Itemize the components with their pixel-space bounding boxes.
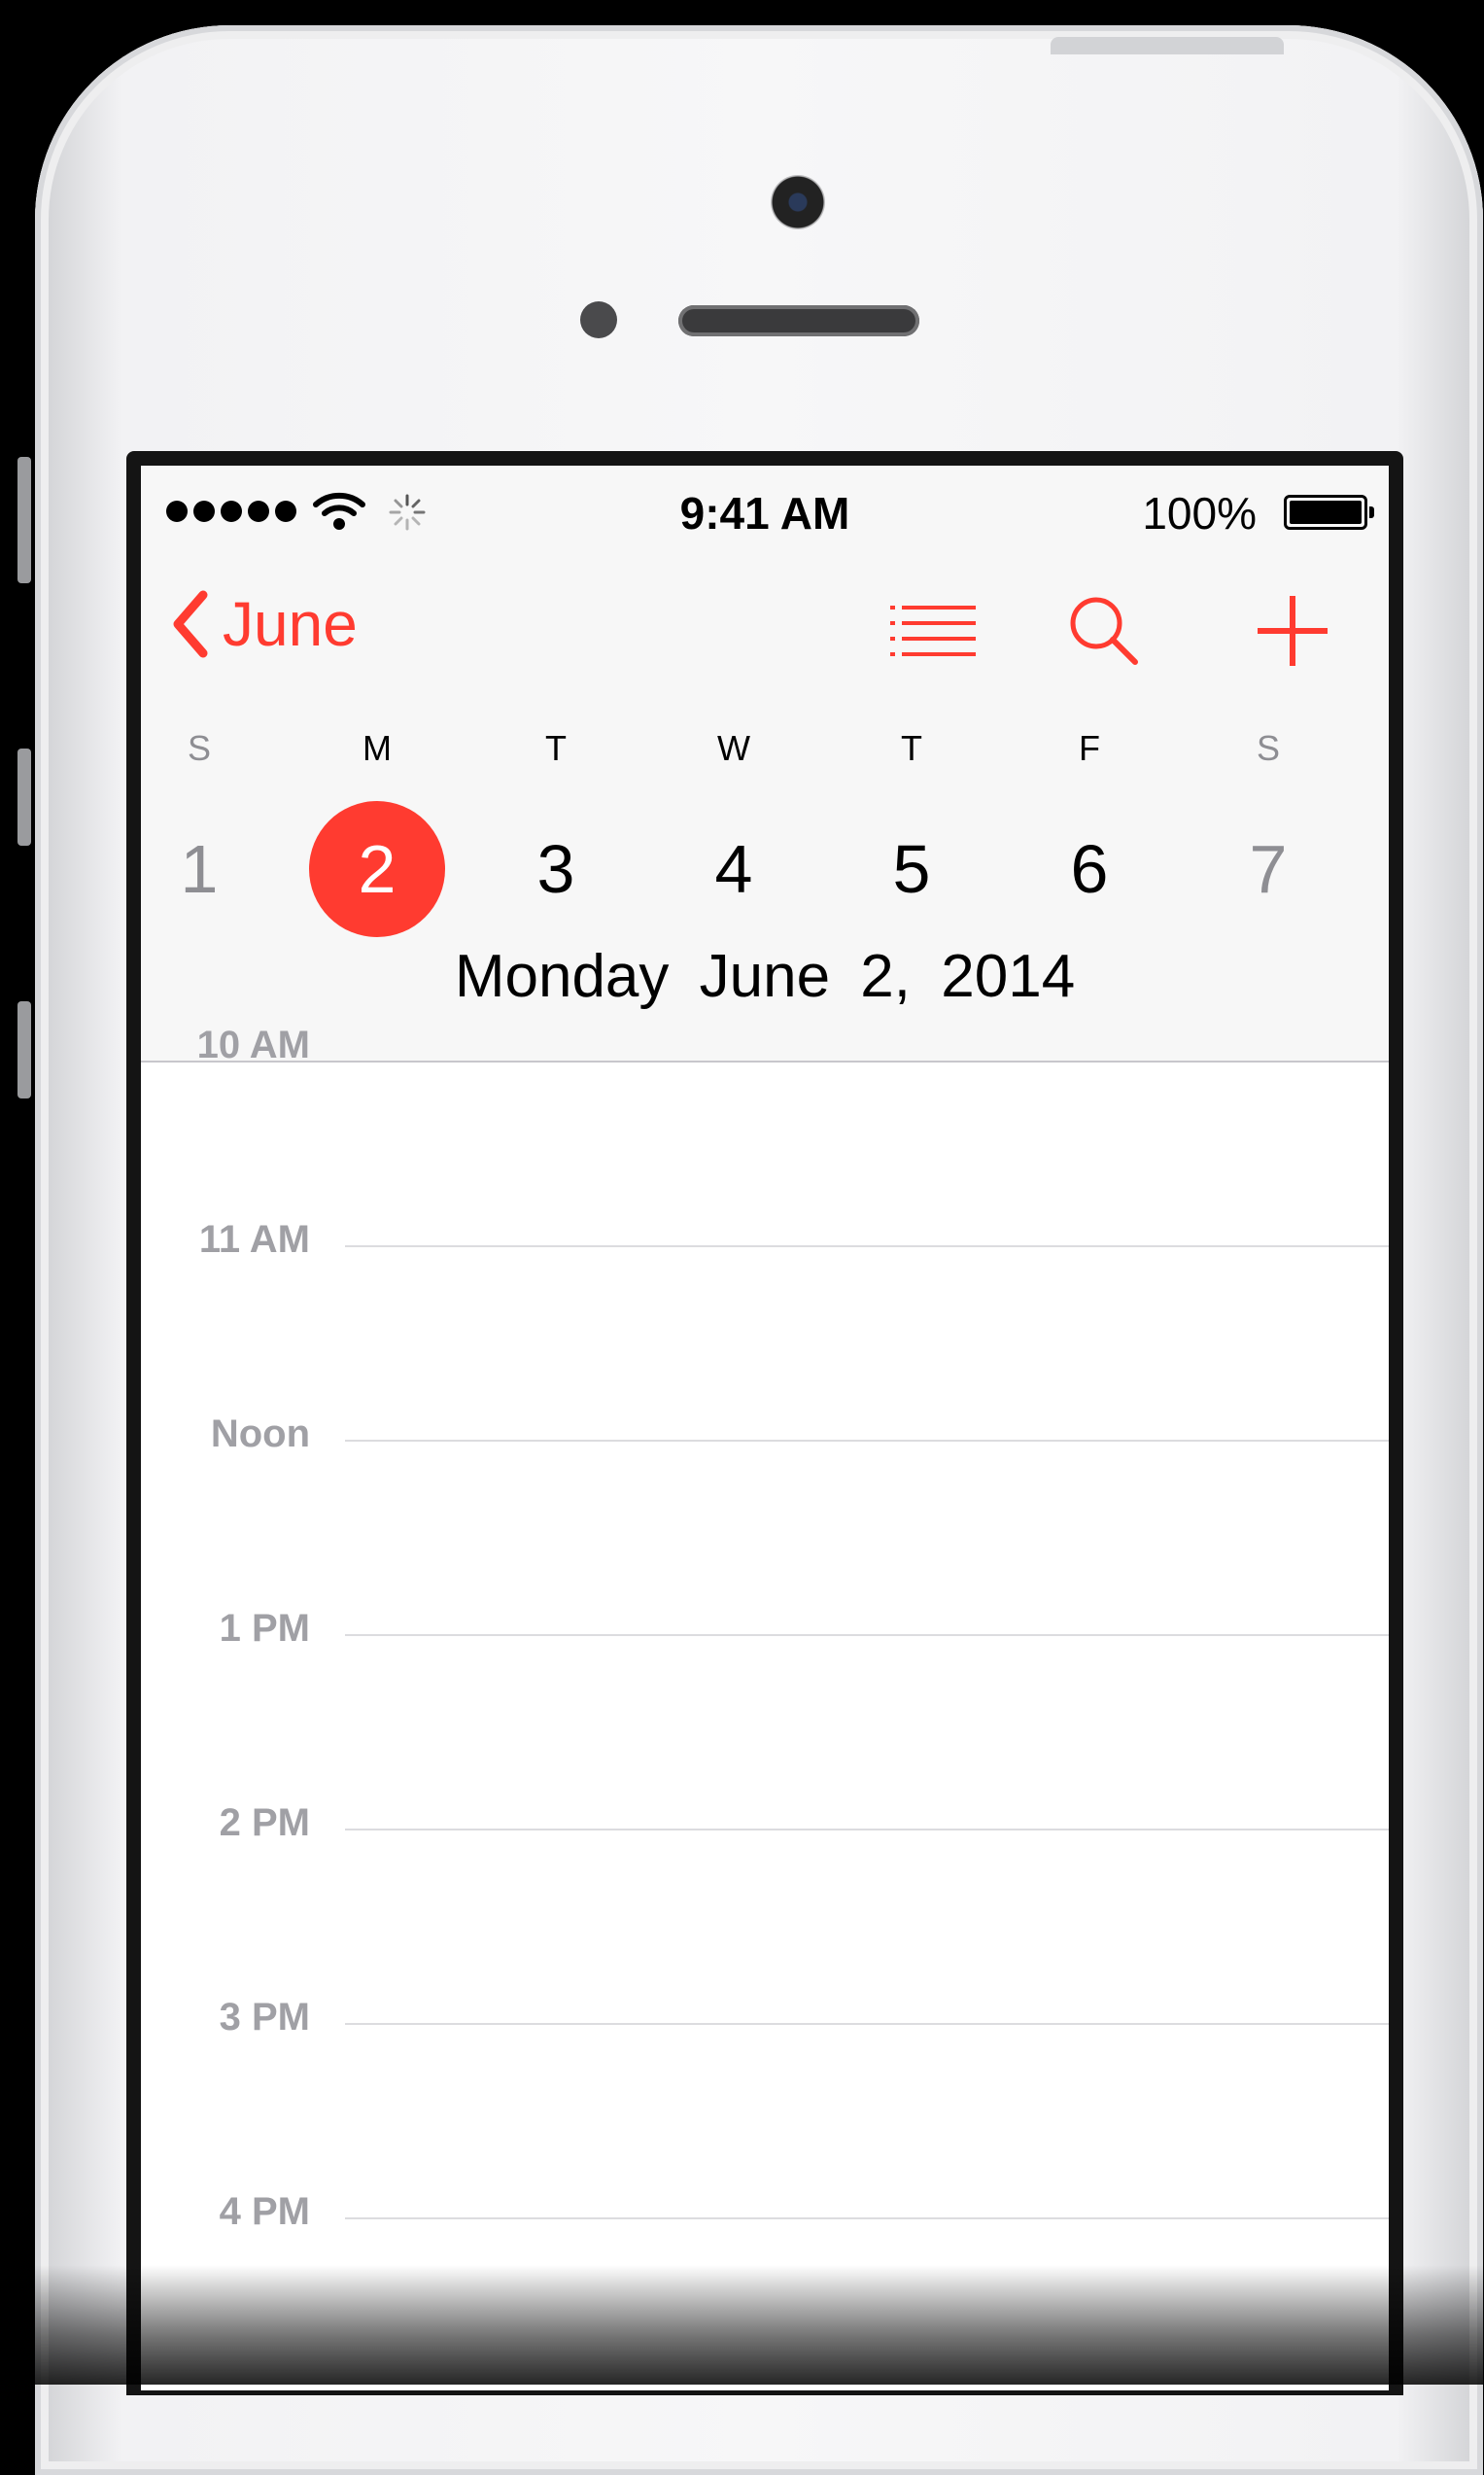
calendar-screen: 9:41 AM 100% June S M T W T F S 1 2 3 4 … bbox=[141, 466, 1389, 2390]
hour-divider bbox=[345, 2023, 1389, 2025]
calendar-header: 9:41 AM 100% June S M T W T F S 1 2 3 4 … bbox=[141, 466, 1389, 1063]
plus-icon bbox=[1258, 596, 1328, 666]
weekday-label: S bbox=[1256, 728, 1280, 768]
hour-label-partial: 10 AM bbox=[196, 1024, 310, 1066]
volume-down-button bbox=[17, 1001, 31, 1098]
hour-divider bbox=[345, 2217, 1389, 2219]
list-view-button[interactable] bbox=[880, 582, 986, 680]
front-camera bbox=[771, 175, 825, 229]
hour-label: 4 PM bbox=[219, 2190, 310, 2233]
sleep-wake-button bbox=[1051, 37, 1284, 54]
hour-row: 3 PM bbox=[141, 1996, 1389, 2054]
nav-bar: June bbox=[141, 582, 1389, 680]
proximity-sensor bbox=[580, 301, 617, 338]
hour-label: 3 PM bbox=[219, 1996, 310, 2039]
hour-label: 2 PM bbox=[219, 1801, 310, 1844]
weekday-label: T bbox=[901, 728, 922, 768]
add-event-button[interactable] bbox=[1239, 582, 1346, 680]
weekday-label: T bbox=[545, 728, 567, 768]
selected-date-title: Monday June 2, 2014 bbox=[141, 942, 1389, 1011]
hour-label: Noon bbox=[210, 1412, 310, 1455]
hour-row: 2 PM bbox=[141, 1801, 1389, 1860]
day-number: 3 bbox=[536, 831, 575, 907]
status-bar: 9:41 AM 100% bbox=[141, 466, 1389, 553]
hour-divider bbox=[345, 1634, 1389, 1636]
hour-label: 1 PM bbox=[219, 1607, 310, 1650]
hour-divider bbox=[345, 1245, 1389, 1247]
weekday-label: M bbox=[362, 728, 392, 768]
battery-fill bbox=[1290, 501, 1362, 524]
hour-row: 4 PM bbox=[141, 2190, 1389, 2248]
day-cell[interactable]: 4 bbox=[666, 801, 802, 937]
battery-icon bbox=[1284, 495, 1374, 530]
day-number: 7 bbox=[1249, 831, 1288, 907]
hour-row: 11 AM bbox=[141, 1218, 1389, 1276]
day-cell[interactable]: 1 bbox=[141, 801, 267, 937]
weekday-label: F bbox=[1079, 728, 1100, 768]
selected-weekday: Monday bbox=[454, 943, 670, 1010]
day-cell[interactable]: 6 bbox=[1021, 801, 1157, 937]
back-button-label: June bbox=[223, 589, 358, 659]
list-icon bbox=[890, 606, 976, 656]
battery-percentage: 100% bbox=[1142, 488, 1257, 539]
day-cell[interactable]: 3 bbox=[488, 801, 624, 937]
mute-switch bbox=[17, 457, 31, 583]
volume-up-button bbox=[17, 749, 31, 846]
week-day-strip: 1 2 3 4 5 6 7 bbox=[141, 801, 1389, 947]
weekday-label: W bbox=[717, 728, 750, 768]
day-cell[interactable]: 5 bbox=[844, 801, 980, 937]
day-timeline[interactable]: 10 AM 11 AM Noon 1 PM 2 PM 3 PM 4 PM bbox=[141, 1024, 1389, 2390]
hour-divider bbox=[345, 1440, 1389, 1442]
day-cell[interactable]: 7 bbox=[1200, 801, 1336, 937]
day-number: 5 bbox=[892, 831, 931, 907]
hour-label: 11 AM bbox=[198, 1218, 310, 1261]
weekday-header: S M T W T F S bbox=[141, 728, 1389, 777]
hour-divider bbox=[345, 1829, 1389, 1830]
weekday-label: S bbox=[187, 728, 211, 768]
chevron-left-icon bbox=[173, 590, 208, 658]
hour-row: 1 PM bbox=[141, 1607, 1389, 1665]
day-number: 6 bbox=[1070, 831, 1109, 907]
back-to-month-button[interactable]: June bbox=[170, 588, 358, 660]
selected-date: June 2, 2014 bbox=[699, 943, 1076, 1010]
day-number: 2 bbox=[358, 831, 397, 907]
search-icon bbox=[1070, 597, 1138, 665]
search-button[interactable] bbox=[1051, 582, 1157, 680]
hour-row: Noon bbox=[141, 1412, 1389, 1471]
day-number: 1 bbox=[180, 831, 219, 907]
day-cell-selected[interactable]: 2 bbox=[309, 801, 445, 937]
day-number: 4 bbox=[714, 831, 753, 907]
earpiece-speaker bbox=[678, 305, 919, 336]
